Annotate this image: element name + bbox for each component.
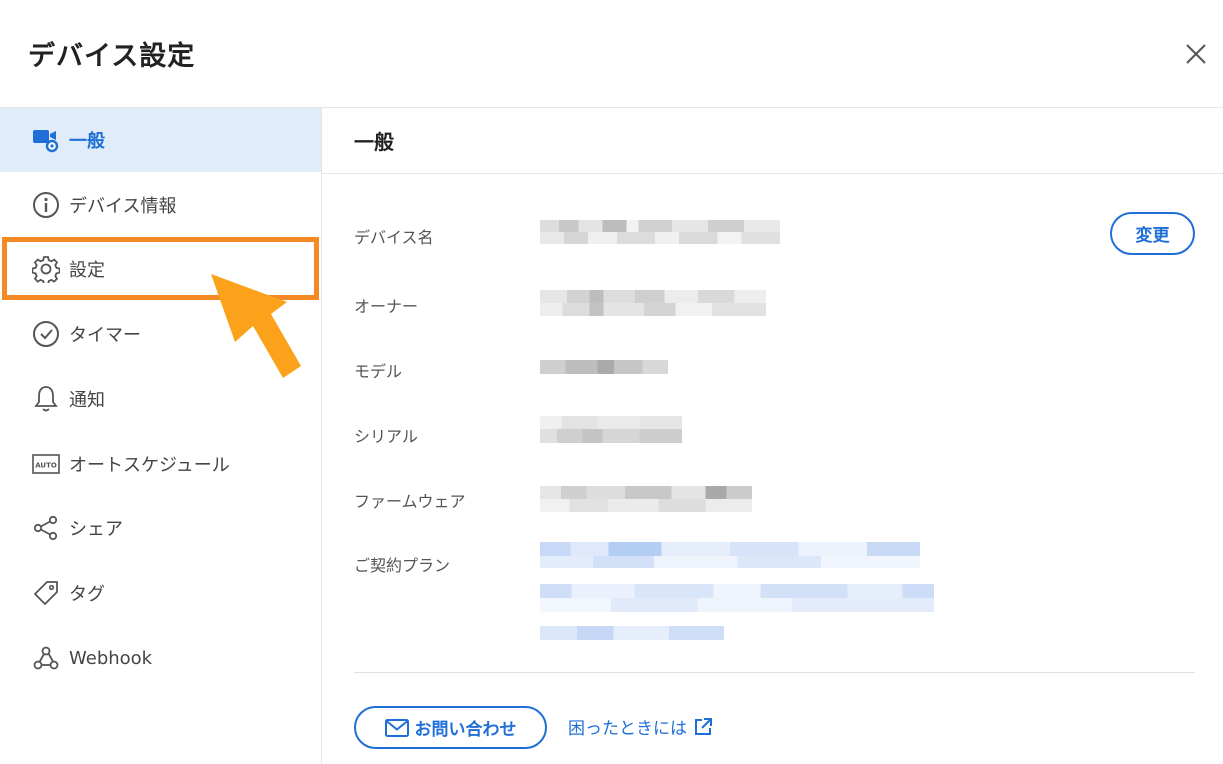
- clock-icon: [31, 319, 61, 349]
- sidebar-item-notifications[interactable]: 通知: [0, 367, 321, 431]
- sidebar-item-device-info[interactable]: デバイス情報: [0, 173, 321, 237]
- gear-icon: [31, 254, 61, 284]
- sidebar-item-label: タイマー: [69, 325, 141, 346]
- sidebar-item-label: 通知: [69, 390, 105, 411]
- sidebar-item-label: 設定: [69, 260, 105, 281]
- field-label-owner: オーナー: [354, 297, 419, 316]
- help-link[interactable]: 困ったときには: [568, 714, 713, 739]
- divider: [354, 672, 1195, 673]
- section-title: 一般: [354, 130, 394, 154]
- sidebar-item-settings[interactable]: 設定: [0, 237, 321, 301]
- contact-button[interactable]: お問い合わせ: [354, 706, 547, 749]
- close-icon: [1186, 44, 1206, 64]
- sidebar-item-label: オートスケジュール: [69, 455, 230, 476]
- info-icon: [31, 190, 61, 220]
- field-label-device-name: デバイス名: [354, 228, 434, 247]
- device-settings-icon: [31, 125, 61, 155]
- section-header: 一般: [322, 108, 1223, 174]
- field-label-serial: シリアル: [354, 427, 418, 446]
- change-name-button[interactable]: 変更: [1110, 212, 1195, 255]
- contact-button-label: お問い合わせ: [414, 720, 517, 740]
- sidebar-item-label: タグ: [69, 584, 105, 605]
- main-panel: 一般 デバイス名 変更 オーナー モデル シリアル ファームウェア ご契約プラン: [322, 108, 1223, 764]
- svg-text:AUTO: AUTO: [35, 462, 57, 470]
- external-link-icon: [695, 717, 712, 735]
- bell-icon: [31, 384, 61, 414]
- mail-icon: [384, 718, 409, 737]
- field-label-plan: ご契約プラン: [354, 556, 451, 575]
- sidebar: 一般 デバイス情報 設定 タイマー 通知 AUTO オートスケジュール シェア …: [0, 108, 322, 764]
- close-button[interactable]: [1180, 38, 1212, 70]
- sidebar-item-auto-schedule[interactable]: AUTO オートスケジュール: [0, 432, 321, 496]
- sidebar-item-tags[interactable]: タグ: [0, 561, 321, 625]
- field-label-firmware: ファームウェア: [354, 492, 466, 511]
- auto-icon: AUTO: [31, 449, 61, 479]
- dialog-title: デバイス設定: [28, 41, 196, 72]
- field-label-model: モデル: [354, 362, 403, 381]
- webhook-icon: [31, 643, 61, 673]
- sidebar-item-label: デバイス情報: [69, 196, 177, 217]
- share-icon: [31, 513, 61, 543]
- help-link-label: 困ったときには: [568, 719, 687, 739]
- sidebar-item-timer[interactable]: タイマー: [0, 302, 321, 366]
- sidebar-item-label: シェア: [69, 519, 123, 540]
- sidebar-item-label: Webhook: [69, 647, 153, 669]
- sidebar-item-webhook[interactable]: Webhook: [0, 626, 321, 690]
- dialog-header: デバイス設定: [0, 0, 1223, 108]
- sidebar-item-label: 一般: [69, 131, 105, 152]
- sidebar-item-general[interactable]: 一般: [0, 108, 321, 172]
- tag-icon: [31, 578, 61, 608]
- sidebar-item-share[interactable]: シェア: [0, 496, 321, 560]
